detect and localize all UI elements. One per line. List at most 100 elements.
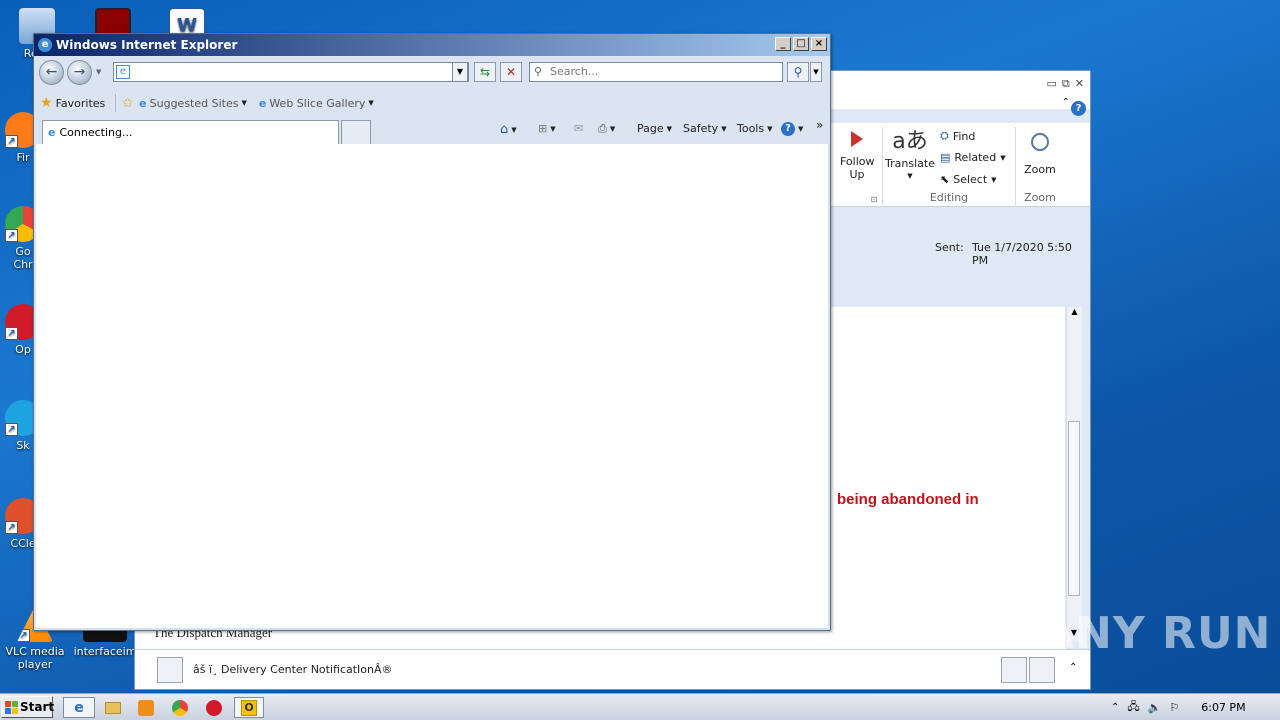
window-title: Windows Internet Explorer — [56, 38, 238, 52]
zoom-button[interactable]: Zoom — [1018, 127, 1062, 176]
help-icon[interactable]: ? — [1071, 101, 1086, 116]
chevron-down-icon: ▼ — [609, 125, 616, 133]
related-button[interactable]: ▤ Related ▼ — [940, 151, 1006, 164]
page-menu[interactable]: Page ▼ — [637, 122, 672, 135]
desktop-icon-label: Op — [15, 343, 31, 356]
close-button[interactable]: × — [811, 37, 827, 51]
page-content[interactable] — [36, 144, 828, 628]
help-button[interactable]: ? ▼ — [781, 122, 803, 136]
taskbar-media-player-button[interactable] — [133, 697, 159, 718]
body-red-text: being abandoned in — [837, 491, 979, 508]
restore-button[interactable]: ⧉ — [1062, 77, 1070, 91]
select-button[interactable]: ⬉ Select ▼ — [940, 173, 997, 186]
web-slice-gallery-link[interactable]: e Web Slice Gallery ▼ — [259, 97, 374, 110]
ie-window[interactable]: e Windows Internet Explorer _ □ × ← → ▼ … — [33, 33, 831, 631]
windows-logo-icon — [5, 700, 18, 714]
stop-button[interactable]: ✕ — [500, 62, 522, 82]
favorites-bar: ★ Favorites ✩ e Suggested Sites ▼ e Web … — [34, 88, 830, 118]
outlook-ribbon: Follow Up ⊡ aあ Translate ▼ ⛭ Find ▤ Rela… — [830, 123, 1090, 207]
follow-up-button[interactable]: Follow Up — [832, 127, 882, 181]
chevron-down-icon: ▼ — [368, 99, 374, 107]
desktop-icon-label: Go Chr — [13, 245, 33, 271]
more-commands-button[interactable]: » — [816, 118, 823, 132]
translate-button[interactable]: aあ Translate ▼ — [884, 127, 936, 183]
desktop-icon-label: Fir — [16, 151, 30, 164]
taskbar-chrome-button[interactable] — [167, 697, 193, 718]
address-bar[interactable]: e — [113, 62, 469, 82]
history-dropdown-icon[interactable]: ▼ — [96, 68, 101, 76]
mail-button[interactable]: ✉ — [574, 122, 583, 135]
ie-icon: e — [74, 699, 84, 716]
rss-icon: ⊞ — [538, 122, 548, 135]
binoculars-icon: ⛭ — [940, 129, 949, 142]
taskbar-outlook-button[interactable]: O — [234, 697, 264, 718]
forward-button[interactable]: → — [67, 60, 92, 85]
safety-menu[interactable]: Safety ▼ — [683, 122, 727, 135]
printer-icon: ⎙ — [598, 122, 607, 135]
sender-avatar — [157, 657, 183, 683]
search-button[interactable]: ⚲ — [787, 62, 809, 82]
ie-logo-icon: e — [38, 38, 52, 52]
chevron-down-icon: ▼ — [721, 124, 727, 133]
ie-page-icon: e — [139, 96, 147, 110]
network-icon[interactable]: 🖧 — [1127, 698, 1139, 717]
outlook-icon: O — [241, 699, 257, 716]
chevron-down-icon: ▼ — [666, 124, 673, 133]
add-favorite-icon[interactable]: ✩ — [122, 96, 133, 111]
address-toolbar: ← → ▼ e ▼ ⇆ ✕ ⚲ Search... ⚲ ▼ — [34, 56, 830, 88]
volume-icon[interactable]: 🔈 — [1148, 701, 1162, 714]
related-icon: ▤ — [940, 151, 951, 164]
taskbar-opera-button[interactable] — [201, 697, 227, 718]
magnifier-icon — [1031, 133, 1049, 151]
search-input[interactable]: ⚲ Search... — [529, 62, 783, 82]
show-hidden-icons[interactable]: ⌃ — [1111, 702, 1119, 713]
page-icon: e — [116, 65, 130, 79]
avatar — [1029, 657, 1055, 683]
chevron-down-icon: ▼ — [1000, 153, 1006, 162]
refresh-button[interactable]: ⇆ — [474, 62, 496, 82]
home-button[interactable]: ⌂ ▼ — [500, 122, 517, 137]
expand-people-pane-icon[interactable]: ⌃ — [1069, 662, 1077, 673]
tab-bar: e Connecting... ⌂ ▼ ⊞ ▼ ✉ ⎙ ▼ Page ▼ Saf… — [34, 118, 830, 144]
cursor-icon: ⬉ — [940, 173, 950, 186]
chevron-down-icon: ▼ — [550, 124, 556, 133]
favorites-button[interactable]: ★ Favorites — [40, 95, 105, 111]
print-button[interactable]: ⎙ ▼ — [598, 122, 615, 136]
start-button[interactable]: Start — [1, 696, 54, 718]
close-button[interactable]: ✕ — [1075, 77, 1084, 91]
chevron-down-icon: ▼ — [767, 124, 773, 133]
chevron-down-icon: ▼ — [991, 175, 997, 184]
scroll-up-icon[interactable]: ▲ — [1067, 307, 1082, 321]
suggested-sites-link[interactable]: e Suggested Sites ▼ — [139, 97, 247, 110]
opera-icon — [206, 699, 222, 716]
search-options-dropdown[interactable]: ▼ — [810, 62, 822, 82]
back-button[interactable]: ← — [39, 60, 64, 85]
action-center-flag-icon[interactable]: ⚐ — [1169, 701, 1179, 714]
minimize-button[interactable]: ▭ — [1047, 77, 1057, 91]
taskbar-ie-button[interactable]: e — [63, 697, 95, 718]
maximize-button[interactable]: □ — [793, 37, 809, 51]
new-tab-button[interactable] — [341, 120, 371, 144]
chrome-icon — [172, 699, 188, 716]
media-player-icon — [138, 699, 154, 716]
feeds-button[interactable]: ⊞ ▼ — [538, 122, 556, 135]
address-dropdown[interactable]: ▼ — [452, 62, 468, 82]
footer-sender: âš ï¸ Delivery Center NotificatIonÂ® — [193, 663, 393, 676]
chevron-down-icon: ▼ — [798, 125, 804, 133]
help-icon: ? — [781, 122, 795, 136]
taskbar-explorer-button[interactable] — [100, 697, 126, 718]
translate-icon: aあ — [892, 129, 928, 154]
clock[interactable]: 6:07 PM — [1201, 701, 1245, 714]
search-icon: ⚲ — [534, 65, 543, 78]
follow-up-group-launcher[interactable]: ⊡ — [868, 195, 880, 204]
tab-connecting[interactable]: e Connecting... — [42, 120, 339, 144]
ie-page-icon: e — [48, 126, 56, 139]
find-button[interactable]: ⛭ Find — [940, 129, 975, 143]
folder-icon — [105, 701, 121, 714]
chevron-down-icon: ▼ — [511, 125, 517, 134]
message-scrollbar[interactable]: ▲ ▼ — [1066, 307, 1082, 642]
ribbon-collapse-icon[interactable]: ⌃ — [1062, 97, 1070, 108]
scroll-thumb[interactable] — [1068, 421, 1080, 596]
minimize-button[interactable]: _ — [775, 37, 791, 51]
tools-menu[interactable]: Tools ▼ — [737, 122, 773, 135]
